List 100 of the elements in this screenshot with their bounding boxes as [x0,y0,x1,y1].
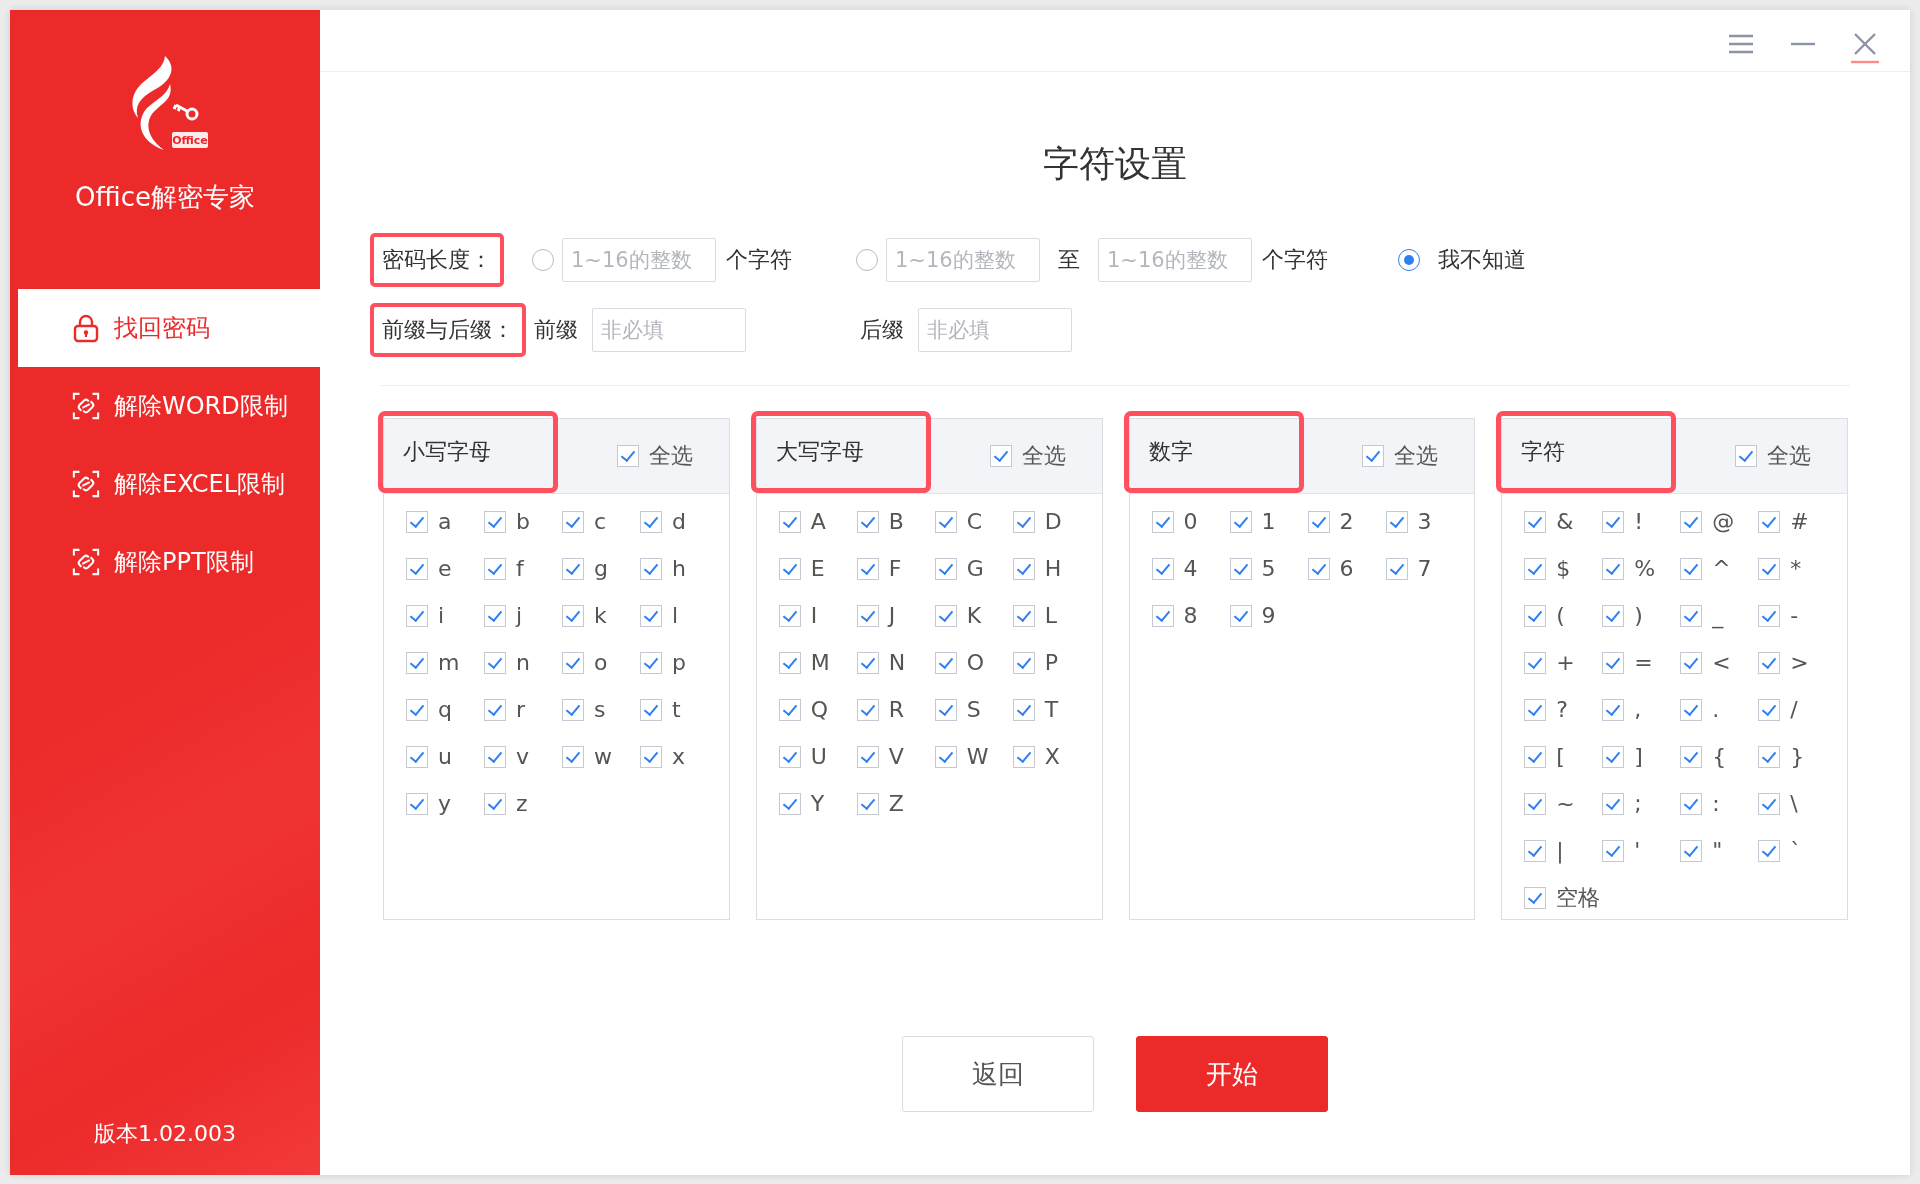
checkbox[interactable] [1012,651,1035,674]
checkbox[interactable] [934,651,957,674]
radio-button[interactable] [1398,249,1420,271]
checkbox[interactable] [1735,445,1757,467]
checkbox[interactable] [1758,557,1781,580]
checkbox[interactable] [1758,698,1781,721]
checkbox[interactable] [1680,651,1703,674]
checkbox[interactable] [562,557,584,580]
checkbox[interactable] [1524,604,1547,627]
checkbox[interactable] [484,698,506,721]
checkbox[interactable] [1307,510,1330,533]
checkbox[interactable] [1524,792,1547,815]
checkbox[interactable] [1524,698,1547,721]
checkbox[interactable] [1602,792,1625,815]
checkbox[interactable] [1758,839,1781,862]
checkbox[interactable] [406,510,428,533]
checkbox[interactable] [1680,698,1703,721]
checkbox[interactable] [1012,510,1035,533]
checkbox[interactable] [406,792,428,815]
checkbox[interactable] [1524,651,1547,674]
checkbox[interactable] [640,698,662,721]
sidebar-item[interactable]: 解除EXCEL限制 [18,445,320,523]
sidebar-item[interactable]: 解除WORD限制 [18,367,320,445]
checkbox[interactable] [1680,557,1703,580]
checkbox[interactable] [1680,839,1703,862]
checkbox[interactable] [1362,445,1385,467]
checkbox[interactable] [1524,839,1547,862]
checkbox[interactable] [778,651,801,674]
max-length-input[interactable]: 1~16的整数 [1098,238,1252,282]
checkbox[interactable] [406,651,428,674]
checkbox[interactable] [562,604,584,627]
checkbox[interactable] [1602,651,1625,674]
text-input[interactable]: 非必填 [592,308,746,352]
checkbox[interactable] [1602,745,1625,768]
checkbox[interactable] [484,792,506,815]
checkbox[interactable] [640,745,662,768]
checkbox[interactable] [1524,557,1547,580]
checkbox[interactable] [934,745,957,768]
checkbox[interactable] [856,604,879,627]
checkbox[interactable] [1151,557,1174,580]
length-input[interactable]: 1~16的整数 [562,238,716,282]
checkbox[interactable] [1758,745,1781,768]
checkbox[interactable] [484,510,506,533]
menu-icon[interactable] [1726,32,1756,56]
checkbox[interactable] [856,745,879,768]
checkbox[interactable] [562,745,584,768]
checkbox[interactable] [1012,557,1035,580]
checkbox[interactable] [778,792,801,815]
checkbox[interactable] [989,445,1012,467]
checkbox[interactable] [1012,698,1035,721]
checkbox[interactable] [640,510,662,533]
checkbox[interactable] [1758,651,1781,674]
checkbox[interactable] [778,698,801,721]
checkbox[interactable] [1385,557,1408,580]
checkbox[interactable] [1012,604,1035,627]
checkbox[interactable] [934,698,957,721]
radio-button[interactable] [532,249,554,271]
checkbox[interactable] [484,745,506,768]
checkbox[interactable] [778,557,801,580]
checkbox[interactable] [1758,604,1781,627]
checkbox[interactable] [934,510,957,533]
checkbox[interactable] [406,698,428,721]
checkbox[interactable] [778,510,801,533]
sidebar-item[interactable]: 找回密码 [18,289,320,367]
checkbox[interactable] [778,745,801,768]
radio-button[interactable] [856,249,878,271]
checkbox[interactable] [1602,839,1625,862]
checkbox[interactable] [1524,510,1547,533]
min-length-input[interactable]: 1~16的整数 [886,238,1040,282]
checkbox[interactable] [934,557,957,580]
checkbox[interactable] [778,604,801,627]
checkbox[interactable] [562,510,584,533]
checkbox[interactable] [1680,510,1703,533]
checkbox[interactable] [1602,557,1625,580]
checkbox[interactable] [484,604,506,627]
checkbox[interactable] [856,510,879,533]
checkbox[interactable] [406,745,428,768]
text-input[interactable]: 非必填 [918,308,1072,352]
checkbox[interactable] [1229,557,1252,580]
checkbox[interactable] [484,557,506,580]
checkbox[interactable] [1680,745,1703,768]
checkbox[interactable] [1307,557,1330,580]
checkbox[interactable] [856,698,879,721]
checkbox[interactable] [1151,604,1174,627]
sidebar-item[interactable]: 解除PPT限制 [18,523,320,601]
checkbox[interactable] [1758,792,1781,815]
checkbox[interactable] [1229,604,1252,627]
checkbox[interactable] [1602,510,1625,533]
checkbox[interactable] [640,651,662,674]
checkbox[interactable] [562,651,584,674]
checkbox[interactable] [856,557,879,580]
checkbox[interactable] [1602,698,1625,721]
action-button[interactable]: 返回 [902,1036,1094,1112]
checkbox[interactable] [856,792,879,815]
checkbox[interactable] [934,604,957,627]
checkbox[interactable] [640,557,662,580]
action-button[interactable]: 开始 [1136,1036,1328,1112]
checkbox[interactable] [562,698,584,721]
checkbox[interactable] [1012,745,1035,768]
checkbox[interactable] [640,604,662,627]
